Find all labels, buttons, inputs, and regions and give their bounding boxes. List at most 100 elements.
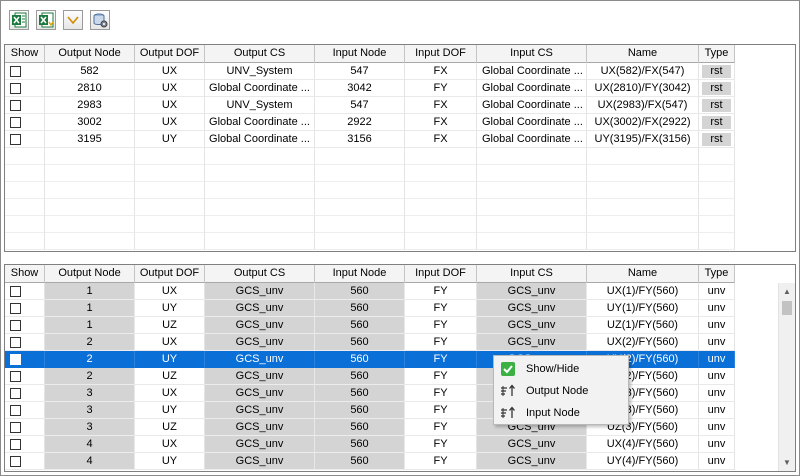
column-header-output-node[interactable]: Output Node (45, 265, 135, 283)
cell-output-dof: UZ (135, 368, 205, 385)
column-header-output-cs[interactable]: Output CS (205, 265, 315, 283)
cell-output-node: 3195 (45, 131, 135, 148)
column-header-output-dof[interactable]: Output DOF (135, 265, 205, 283)
cell-output-node: 2810 (45, 80, 135, 97)
column-header-output-cs[interactable]: Output CS (205, 45, 315, 63)
column-header-show[interactable]: Show (5, 265, 45, 283)
column-header-output-node[interactable]: Output Node (45, 45, 135, 63)
scrollbar-thumb[interactable] (782, 301, 792, 315)
column-header-input-dof[interactable]: Input DOF (405, 265, 477, 283)
cell-input-dof: FY (405, 300, 477, 317)
type-badge: rst (702, 133, 731, 146)
type-badge: rst (702, 82, 731, 95)
cell-input-node: 560 (315, 317, 405, 334)
cell-name: UY(4)/FY(560) (587, 453, 699, 470)
settings-button[interactable] (90, 10, 110, 30)
table-row[interactable]: 2 UX GCS_unv 560 FY GCS_unv UX(2)/FY(560) unv (5, 334, 735, 351)
empty-cell (5, 233, 45, 250)
column-header-input-node[interactable]: Input Node (315, 45, 405, 63)
cell-output-node: 1 (45, 317, 135, 334)
show-checkbox[interactable] (10, 421, 21, 433)
cell-input-dof: FX (405, 97, 477, 114)
cell-input-dof: FY (405, 283, 477, 300)
column-header-input-dof[interactable]: Input DOF (405, 45, 477, 63)
empty-cell (5, 216, 45, 233)
empty-cell (315, 233, 405, 250)
cell-type: unv (699, 317, 735, 334)
show-checkbox[interactable] (10, 285, 21, 297)
cell-type: unv (699, 385, 735, 402)
cell-input-dof: FY (405, 436, 477, 453)
cell-input-node: 2922 (315, 114, 405, 131)
table-row[interactable]: 3002 UX Global Coordinate ... 2922 FX Global … (5, 114, 735, 131)
table-row[interactable]: 3195 UY Global Coordinate ... 3156 FX Global … (5, 131, 735, 148)
scroll-up-arrow-icon[interactable]: ▲ (779, 283, 795, 300)
show-checkbox[interactable] (10, 82, 21, 94)
table-row[interactable]: 4 UX GCS_unv 560 FY GCS_unv UX(4)/FY(560) unv (5, 436, 735, 453)
scroll-down-arrow-icon[interactable]: ▼ (779, 454, 795, 471)
cell-output-dof: UX (135, 63, 205, 80)
cell-input-cs: GCS_unv (477, 300, 587, 317)
cell-name: UX(1)/FY(560) (587, 283, 699, 300)
import-excel-button[interactable] (36, 10, 56, 30)
table-row[interactable]: 582 UX UNV_System 547 FX Global Coordinate ..… (5, 63, 735, 80)
show-checkbox[interactable] (10, 302, 21, 314)
context-menu-item-input-node[interactable]: Input Node (494, 402, 628, 424)
column-header-input-node[interactable]: Input Node (315, 265, 405, 283)
cell-name: UZ(1)/FY(560) (587, 317, 699, 334)
cell-type: rst (699, 97, 735, 114)
type-badge: rst (702, 116, 731, 129)
show-cell (5, 317, 45, 334)
cell-input-node: 560 (315, 453, 405, 470)
context-menu-item-output-node[interactable]: Output Node (494, 380, 628, 402)
dropdown-button[interactable] (63, 10, 83, 30)
column-header-name[interactable]: Name (587, 45, 699, 63)
show-checkbox[interactable] (10, 133, 21, 145)
show-cell (5, 114, 45, 131)
column-header-input-cs[interactable]: Input CS (477, 265, 587, 283)
show-checkbox[interactable] (10, 65, 21, 77)
table-row[interactable]: 2810 UX Global Coordinate ... 3042 FY Global … (5, 80, 735, 97)
context-menu-label: Show/Hide (526, 363, 580, 375)
empty-cell (587, 148, 699, 165)
show-checkbox[interactable] (10, 336, 21, 348)
show-cell (5, 80, 45, 97)
column-header-show[interactable]: Show (5, 45, 45, 63)
column-header-input-cs[interactable]: Input CS (477, 45, 587, 63)
table-row[interactable]: 1 UY GCS_unv 560 FY GCS_unv UY(1)/FY(560) unv (5, 300, 735, 317)
cell-input-node: 547 (315, 97, 405, 114)
cell-type: unv (699, 402, 735, 419)
cell-input-dof: FY (405, 419, 477, 436)
table-row[interactable]: 2983 UX UNV_System 547 FX Global Coordinate .… (5, 97, 735, 114)
show-checkbox[interactable] (10, 455, 21, 467)
show-checkbox[interactable] (10, 438, 21, 450)
column-header-type[interactable]: Type (699, 265, 735, 283)
cell-type: unv (699, 419, 735, 436)
show-checkbox[interactable] (10, 319, 21, 331)
table-row[interactable]: 1 UZ GCS_unv 560 FY GCS_unv UZ(1)/FY(560) unv (5, 317, 735, 334)
column-header-output-dof[interactable]: Output DOF (135, 45, 205, 63)
cell-output-node: 4 (45, 453, 135, 470)
empty-cell (477, 182, 587, 199)
show-checkbox[interactable] (10, 116, 21, 128)
table-row[interactable]: 4 UY GCS_unv 560 FY GCS_unv UY(4)/FY(560) unv (5, 453, 735, 470)
column-header-type[interactable]: Type (699, 45, 735, 63)
cell-output-cs: UNV_System (205, 63, 315, 80)
cell-input-dof: FY (405, 317, 477, 334)
show-checkbox[interactable] (10, 404, 21, 416)
export-excel-button[interactable] (9, 10, 29, 30)
cell-output-node: 3002 (45, 114, 135, 131)
show-checkbox[interactable] (10, 387, 21, 399)
show-checkbox[interactable] (10, 370, 21, 382)
show-checkbox[interactable] (10, 99, 21, 111)
cell-name: UX(3002)/FX(2922) (587, 114, 699, 131)
cell-output-dof: UY (135, 131, 205, 148)
context-menu-item-show-hide[interactable]: Show/Hide (494, 358, 628, 380)
cell-input-node: 560 (315, 300, 405, 317)
vertical-scrollbar[interactable]: ▲ ▼ (778, 283, 795, 471)
table-row[interactable]: 1 UX GCS_unv 560 FY GCS_unv UX(1)/FY(560) unv (5, 283, 735, 300)
cell-input-node: 547 (315, 63, 405, 80)
type-badge: rst (702, 65, 731, 78)
show-checkbox[interactable] (10, 353, 21, 365)
column-header-name[interactable]: Name (587, 265, 699, 283)
